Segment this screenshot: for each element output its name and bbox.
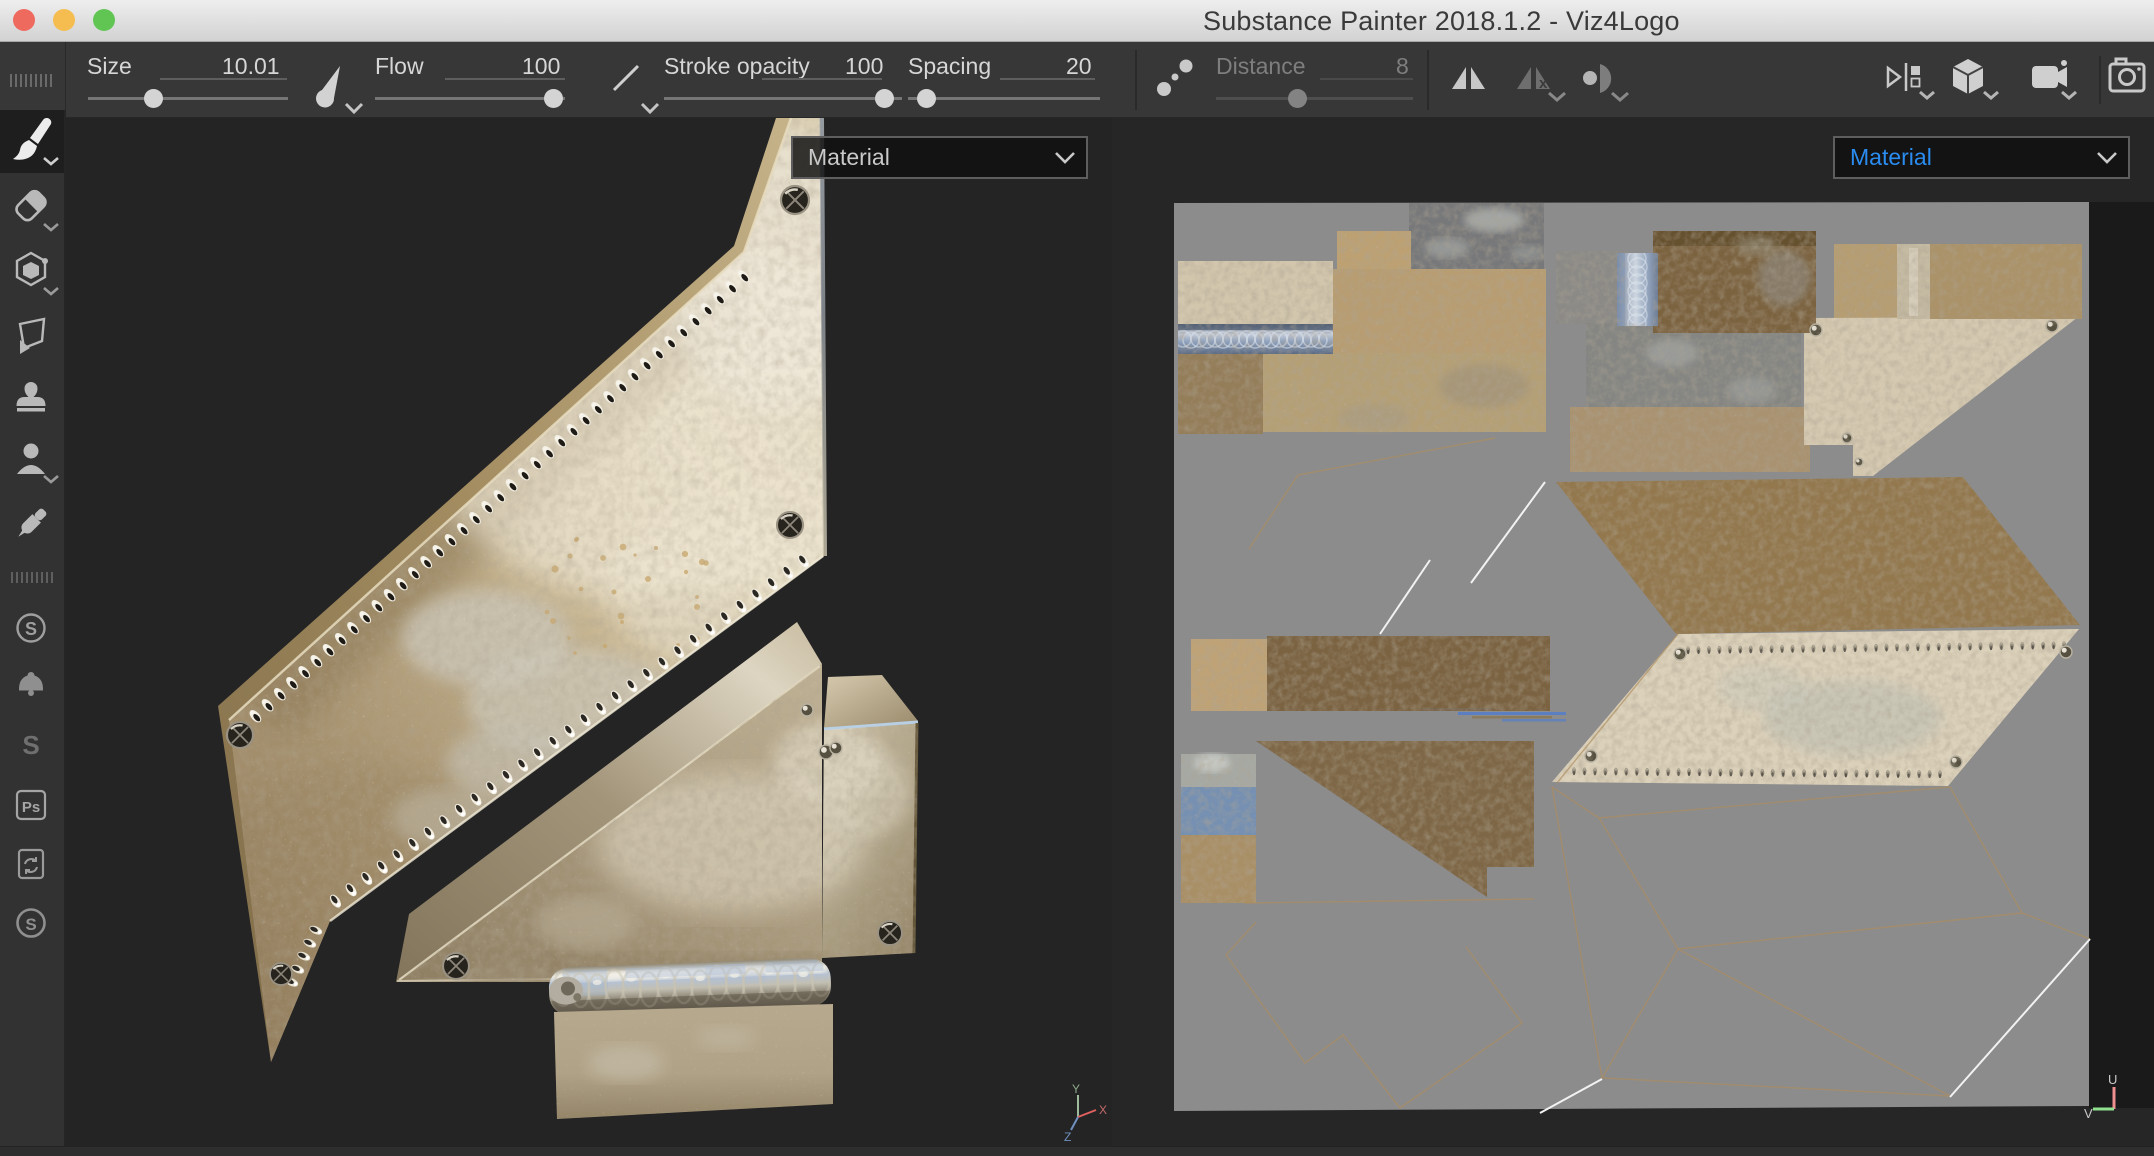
- svg-text:S: S: [22, 730, 39, 760]
- svg-text:V: V: [2084, 1106, 2093, 1121]
- svg-text:S: S: [25, 619, 37, 639]
- svg-text:X: X: [1099, 1103, 1107, 1117]
- svg-text:Ps: Ps: [22, 799, 40, 816]
- svg-text:S: S: [25, 915, 36, 934]
- svg-text:U: U: [2108, 1072, 2117, 1087]
- svg-text:x: x: [1539, 75, 1548, 92]
- svg-text:Z: Z: [1064, 1130, 1071, 1144]
- svg-text:Y: Y: [1072, 1082, 1080, 1096]
